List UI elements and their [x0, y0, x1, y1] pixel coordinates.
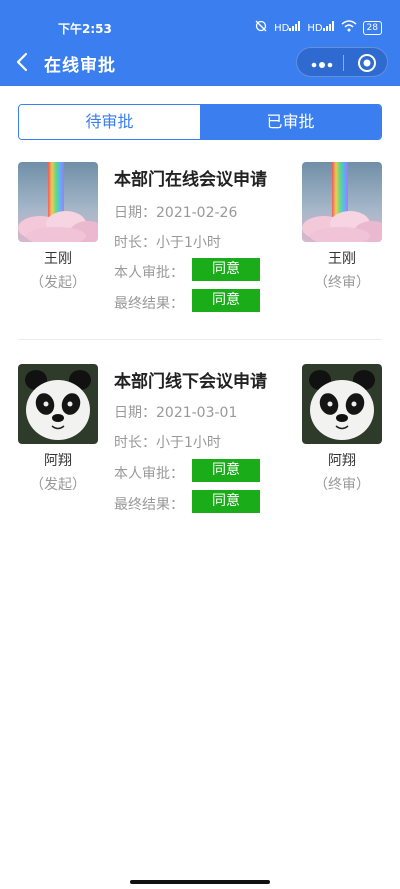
final-approver-name: 王刚 [328, 251, 356, 267]
final-approver-avatar [302, 364, 382, 444]
signal-icon: HD [274, 21, 301, 34]
signal-icon-2: HD [307, 21, 334, 34]
my-approval-badge: 同意 [192, 459, 260, 482]
alarm-icon [254, 20, 268, 35]
final-approver-name: 阿翔 [328, 453, 356, 469]
date-row: 日期：2021-02-26 [114, 205, 238, 221]
page-title: 在线审批 [44, 56, 116, 76]
card-title: 本部门线下会议申请 [114, 372, 267, 392]
capsule-divider [343, 55, 344, 71]
wifi-icon [341, 20, 357, 35]
duration-row: 时长：小于1小时 [114, 435, 221, 451]
card-divider [18, 339, 382, 340]
initiator-role: （发起） [30, 275, 86, 291]
status-icons: HD HD 28 [254, 20, 382, 35]
battery-icon: 28 [362, 20, 382, 35]
duration-row: 时长：小于1小时 [114, 235, 221, 251]
panda-icon [302, 364, 382, 444]
rainbow-cloud-icon [302, 162, 382, 242]
final-approver-role: （终审） [314, 477, 370, 493]
final-result-label: 最终结果： [114, 296, 184, 312]
approval-card[interactable]: 王刚 （发起） 本部门在线会议申请 日期：2021-02-26 时长：小于1小时… [0, 160, 400, 340]
more-icon[interactable] [309, 56, 335, 68]
my-approval-label: 本人审批： [114, 265, 184, 281]
initiator-avatar [18, 162, 98, 242]
panda-icon [18, 364, 98, 444]
back-arrow-icon[interactable] [12, 50, 34, 74]
final-approver-role: （终审） [314, 275, 370, 291]
mini-program-capsule [296, 47, 388, 77]
tab-pending[interactable]: 待审批 [19, 105, 200, 139]
initiator-avatar [18, 364, 98, 444]
my-approval-badge: 同意 [192, 258, 260, 281]
nav-row: 在线审批 [0, 44, 400, 80]
rainbow-cloud-icon [18, 162, 98, 242]
my-approval-label: 本人审批： [114, 466, 184, 482]
initiator-role: （发起） [30, 477, 86, 493]
status-bar: 下午2:53 HD HD 28 [0, 16, 400, 40]
final-result-badge: 同意 [192, 289, 260, 312]
initiator-name: 王刚 [44, 251, 72, 267]
final-result-badge: 同意 [192, 490, 260, 513]
approval-card[interactable]: 阿翔 （发起） 本部门线下会议申请 日期：2021-03-01 时长：小于1小时… [0, 362, 400, 542]
initiator-name: 阿翔 [44, 453, 72, 469]
final-approver-avatar [302, 162, 382, 242]
title-bar: 下午2:53 HD HD 28 在线审批 [0, 0, 400, 86]
close-miniprogram-icon[interactable] [357, 53, 377, 73]
approval-tabs: 待审批 已审批 [18, 104, 382, 140]
home-indicator [130, 880, 270, 884]
tab-approved[interactable]: 已审批 [200, 105, 381, 139]
final-result-label: 最终结果： [114, 497, 184, 513]
status-time: 下午2:53 [58, 22, 112, 36]
card-title: 本部门在线会议申请 [114, 170, 267, 190]
date-row: 日期：2021-03-01 [114, 405, 238, 421]
